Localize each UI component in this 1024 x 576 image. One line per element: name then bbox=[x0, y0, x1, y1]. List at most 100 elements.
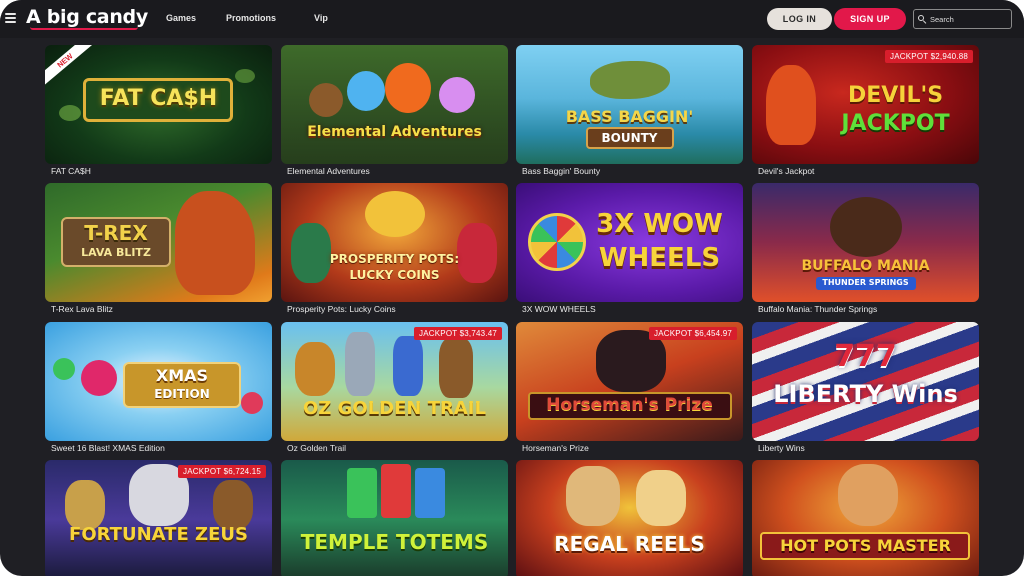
game-thumbnail[interactable]: 777 LIBERTY Wins bbox=[752, 322, 979, 441]
game-logo-art: Elemental Adventures bbox=[307, 124, 482, 140]
signup-button[interactable]: SIGN UP bbox=[834, 8, 906, 30]
element-character-earth bbox=[309, 83, 343, 117]
candy-decoration bbox=[53, 358, 75, 380]
game-logo-art-subtitle: WHEELS bbox=[598, 243, 721, 273]
game-thumbnail[interactable]: Horseman's Prize JACKPOT $6,454.97 bbox=[516, 322, 743, 441]
totem-left bbox=[347, 468, 377, 518]
game-title: Elemental Adventures bbox=[287, 166, 370, 176]
game-tile-elemental-adventures[interactable]: Elemental Adventures Elemental Adventure… bbox=[281, 45, 508, 176]
game-thumbnail[interactable]: OZ GOLDEN TRAIL JACKPOT $3,743.47 bbox=[281, 322, 508, 441]
app-frame: A big candy Games Promotions Vip LOG IN … bbox=[0, 0, 1024, 576]
game-tile-buffalo-mania[interactable]: BUFFALO MANIA THUNDER SPRINGS Buffalo Ma… bbox=[752, 183, 979, 314]
game-tile-fat-cash[interactable]: FAT CA$H NEW FAT CA$H bbox=[45, 45, 272, 176]
game-logo-art: FAT CA$H bbox=[99, 86, 218, 111]
master-character bbox=[838, 464, 898, 526]
game-thumbnail[interactable]: FORTUNATE ZEUS JACKPOT $6,724.15 bbox=[45, 460, 272, 576]
sweet-16-logo bbox=[81, 360, 117, 396]
jackpot-badge: JACKPOT $6,724.15 bbox=[178, 465, 266, 478]
nav-promotions[interactable]: Promotions bbox=[226, 13, 276, 23]
game-thumbnail[interactable]: PROSPERITY POTS: LUCKY COINS bbox=[281, 183, 508, 302]
game-title: Prosperity Pots: Lucky Coins bbox=[287, 304, 396, 314]
game-title: T-Rex Lava Blitz bbox=[51, 304, 113, 314]
game-thumbnail[interactable]: Elemental Adventures bbox=[281, 45, 508, 164]
game-logo-art-subtitle: EDITION bbox=[154, 387, 210, 401]
game-logo-art-subtitle: JACKPOT bbox=[841, 111, 950, 136]
game-logo-art-subtitle: THUNDER SPRINGS bbox=[822, 278, 909, 287]
totem-right bbox=[415, 468, 445, 518]
game-tile-devils-jackpot[interactable]: DEVIL'S JACKPOT JACKPOT $2,940.88 Devil'… bbox=[752, 45, 979, 176]
dorothy-character bbox=[393, 336, 423, 396]
game-tile-t-rex-lava-blitz[interactable]: T-REX LAVA BLITZ T-Rex Lava Blitz bbox=[45, 183, 272, 314]
king-character bbox=[566, 466, 620, 526]
game-thumbnail[interactable]: TEMPLE TOTEMS bbox=[281, 460, 508, 576]
game-tile-prosperity-pots[interactable]: PROSPERITY POTS: LUCKY COINS Prosperity … bbox=[281, 183, 508, 314]
goddess-left bbox=[65, 480, 105, 530]
game-tile-fortunate-zeus[interactable]: FORTUNATE ZEUS JACKPOT $6,724.15 bbox=[45, 460, 272, 576]
nav-games[interactable]: Games bbox=[166, 13, 196, 23]
game-logo-art: T-REX bbox=[84, 221, 148, 245]
game-thumbnail[interactable]: BASS BAGGIN' BOUNTY bbox=[516, 45, 743, 164]
cash-decoration bbox=[235, 69, 255, 83]
game-logo-art: BASS BAGGIN' bbox=[565, 107, 694, 126]
game-thumbnail[interactable]: XMAS EDITION bbox=[45, 322, 272, 441]
game-thumbnail[interactable]: HOT POTS MASTER bbox=[752, 460, 979, 576]
nav-vip[interactable]: Vip bbox=[314, 13, 328, 23]
game-tile-3x-wow-wheels[interactable]: 3X WOW WHEELS 3X WOW WHEELS bbox=[516, 183, 743, 314]
game-logo-art: FORTUNATE ZEUS bbox=[69, 524, 248, 545]
game-logo-art: HOT POTS MASTER bbox=[780, 536, 951, 555]
game-tile-sweet-16-xmas[interactable]: XMAS EDITION Sweet 16 Blast! XMAS Editio… bbox=[45, 322, 272, 453]
search-icon bbox=[918, 15, 927, 25]
bass-fish bbox=[590, 61, 670, 99]
scarecrow-character bbox=[439, 338, 473, 398]
game-title: FAT CA$H bbox=[51, 166, 91, 176]
search-box[interactable] bbox=[913, 9, 1012, 29]
game-logo-art-subtitle: LIBERTY Wins bbox=[773, 380, 958, 408]
queen-character bbox=[636, 470, 686, 526]
game-logo-art: OZ GOLDEN TRAIL bbox=[303, 398, 486, 419]
candy-decoration bbox=[241, 392, 263, 414]
game-logo-art: 777 bbox=[834, 339, 897, 374]
jackpot-badge: JACKPOT $6,454.97 bbox=[649, 327, 737, 340]
game-thumbnail[interactable]: FAT CA$H NEW bbox=[45, 45, 272, 164]
game-thumbnail[interactable]: REGAL REELS bbox=[516, 460, 743, 576]
game-thumbnail[interactable]: 3X WOW WHEELS bbox=[516, 183, 743, 302]
game-logo-art-subtitle: LAVA BLITZ bbox=[81, 246, 151, 259]
game-thumbnail[interactable]: T-REX LAVA BLITZ bbox=[45, 183, 272, 302]
game-logo-art-subtitle: BOUNTY bbox=[601, 131, 658, 145]
totem-center bbox=[381, 464, 411, 518]
golden-dragon bbox=[365, 191, 425, 237]
game-title: 3X WOW WHEELS bbox=[522, 304, 596, 314]
game-logo-art: REGAL REELS bbox=[554, 532, 705, 556]
devil-character bbox=[766, 65, 816, 145]
game-logo-art: 3X WOW bbox=[596, 209, 723, 239]
element-character-air bbox=[439, 77, 475, 113]
game-title: Oz Golden Trail bbox=[287, 443, 347, 453]
search-input[interactable] bbox=[930, 14, 1010, 24]
game-title: Liberty Wins bbox=[758, 443, 805, 453]
game-title: Devil's Jackpot bbox=[758, 166, 815, 176]
brand-logo[interactable]: A big candy bbox=[26, 6, 148, 28]
game-title: Bass Baggin' Bounty bbox=[522, 166, 601, 176]
game-tile-oz-golden-trail[interactable]: OZ GOLDEN TRAIL JACKPOT $3,743.47 Oz Gol… bbox=[281, 322, 508, 453]
game-thumbnail[interactable]: BUFFALO MANIA THUNDER SPRINGS bbox=[752, 183, 979, 302]
jackpot-badge: JACKPOT $3,743.47 bbox=[414, 327, 502, 340]
goddess-right bbox=[213, 480, 253, 530]
game-tile-bass-baggin-bounty[interactable]: BASS BAGGIN' BOUNTY Bass Baggin' Bounty bbox=[516, 45, 743, 176]
game-logo-art: TEMPLE TOTEMS bbox=[300, 530, 489, 554]
game-logo-art-subtitle: LUCKY COINS bbox=[349, 268, 440, 282]
game-tile-regal-reels[interactable]: REGAL REELS bbox=[516, 460, 743, 576]
login-button[interactable]: LOG IN bbox=[767, 8, 832, 30]
element-character-water bbox=[347, 71, 385, 111]
game-logo-art: XMAS bbox=[155, 366, 209, 385]
game-title: Horseman's Prize bbox=[522, 443, 589, 453]
game-tile-temple-totems[interactable]: TEMPLE TOTEMS bbox=[281, 460, 508, 576]
game-title: Sweet 16 Blast! XMAS Edition bbox=[51, 443, 165, 453]
game-tile-horsemans-prize[interactable]: Horseman's Prize JACKPOT $6,454.97 Horse… bbox=[516, 322, 743, 453]
game-tile-hot-pots-master[interactable]: HOT POTS MASTER bbox=[752, 460, 979, 576]
hamburger-menu-icon[interactable] bbox=[5, 13, 16, 23]
t-rex-character bbox=[175, 191, 255, 295]
tin-man-character bbox=[345, 332, 375, 396]
game-thumbnail[interactable]: DEVIL'S JACKPOT JACKPOT $2,940.88 bbox=[752, 45, 979, 164]
game-tile-liberty-wins[interactable]: 777 LIBERTY Wins Liberty Wins bbox=[752, 322, 979, 453]
buffalo-head bbox=[830, 197, 902, 257]
